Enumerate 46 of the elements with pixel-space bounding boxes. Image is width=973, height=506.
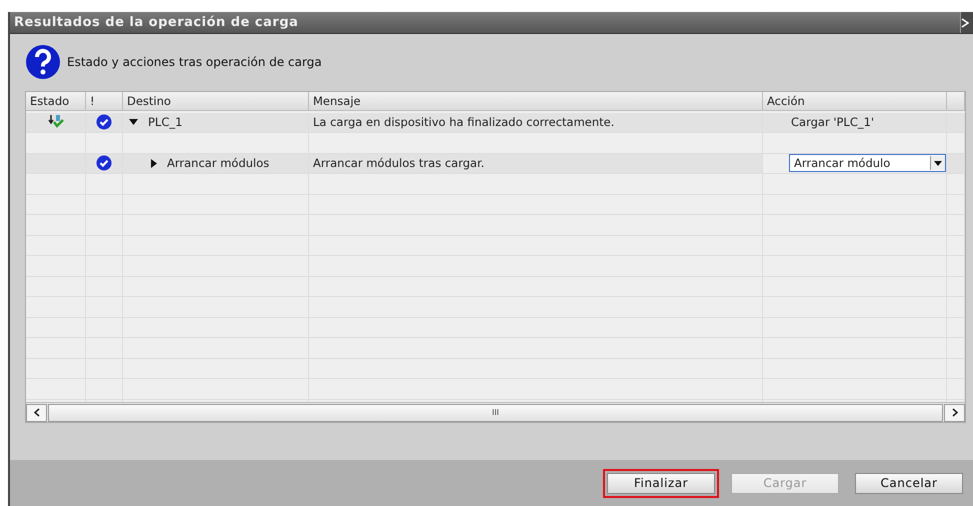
table-cell	[26, 276, 86, 297]
table-cell	[947, 236, 965, 256]
column-header[interactable]: Estado	[26, 92, 86, 111]
question-icon	[25, 44, 61, 80]
table-cell	[947, 215, 965, 236]
table-cell	[947, 338, 965, 358]
table-cell	[26, 379, 86, 400]
expand-caret-icon[interactable]	[129, 119, 138, 126]
target-label: Arrancar módulos	[167, 156, 270, 170]
column-header	[947, 92, 965, 111]
table-cell	[26, 256, 86, 276]
table-cell	[26, 338, 86, 358]
column-header[interactable]: Mensaje	[309, 92, 763, 111]
table-cell	[947, 358, 965, 379]
table-cell	[947, 318, 965, 338]
column-header[interactable]: !	[86, 92, 123, 111]
close-icon[interactable]	[960, 12, 973, 33]
table-cell	[26, 236, 86, 256]
dialog-button[interactable]: Cancelar	[855, 472, 963, 494]
action-text: Cargar 'PLC_1'	[790, 115, 874, 130]
action-dropdown[interactable]: Arrancar módulo	[789, 154, 946, 172]
table-cell	[26, 194, 86, 215]
table-cell	[947, 174, 965, 194]
target-label: PLC_1	[148, 115, 182, 130]
table-cell	[947, 297, 965, 318]
dialog-button[interactable]: Finalizar	[607, 472, 715, 494]
table-cell	[947, 256, 965, 276]
table-cell	[26, 215, 86, 236]
scrollbar-thumb[interactable]: III	[48, 404, 943, 422]
header-text: Estado y acciones tras operación de carga	[67, 55, 322, 69]
table-cell	[26, 358, 86, 379]
collapse-caret-icon[interactable]	[151, 158, 157, 168]
table-cell	[947, 276, 965, 297]
message-text: La carga en dispositivo ha finalizado correctamente.	[313, 115, 614, 130]
table-cell	[26, 318, 86, 338]
table-cell	[947, 379, 965, 400]
table-cell	[26, 174, 86, 194]
table-cell	[26, 297, 86, 318]
column-header[interactable]: Destino	[123, 92, 309, 111]
table-cell	[947, 194, 965, 215]
column-header[interactable]: Acción	[763, 92, 947, 111]
window-title: Resultados de la operación de carga	[13, 15, 298, 30]
scroll-right-icon[interactable]	[944, 404, 965, 422]
dropdown-arrow-icon[interactable]	[934, 160, 942, 166]
scroll-left-icon[interactable]	[26, 404, 47, 422]
message-text: Arrancar módulos tras cargar.	[313, 156, 484, 170]
